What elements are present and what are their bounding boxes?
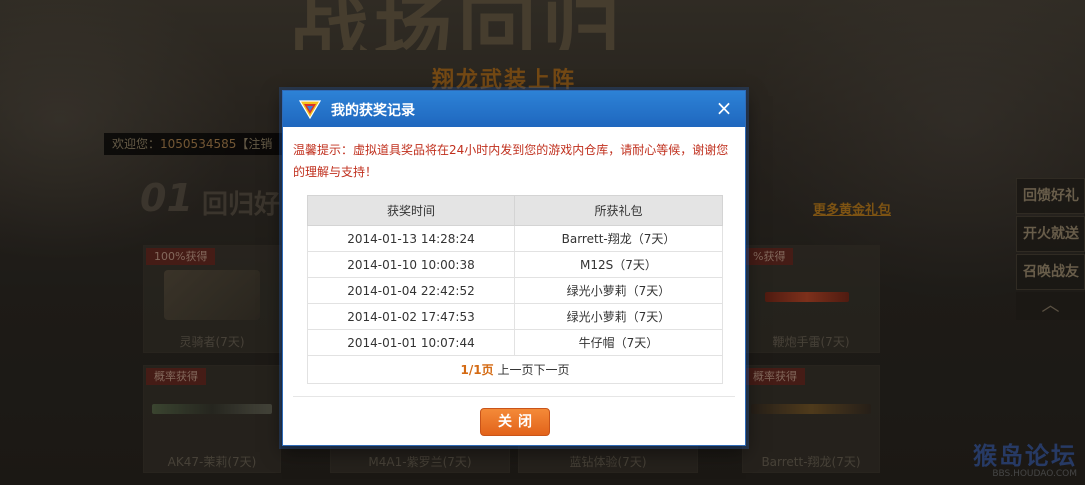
column-header-time: 获奖时间	[307, 195, 515, 226]
award-time: 2014-01-02 17:47:53	[307, 303, 515, 330]
table-row: 2014-01-02 17:47:53 绿光小萝莉（7天）	[307, 303, 723, 330]
dialog-title: 我的获奖记录	[331, 103, 415, 119]
current-page: 1/1页	[460, 363, 494, 377]
award-gift: Barrett-翔龙（7天）	[514, 225, 723, 252]
table-row: 2014-01-04 22:42:52 绿光小萝莉（7天）	[307, 277, 723, 304]
dialog-divider	[293, 396, 735, 397]
pagination: 1/1页 上一页下一页	[307, 355, 723, 384]
table-row: 2014-01-01 10:07:44 牛仔帽（7天）	[307, 329, 723, 356]
award-records-dialog: 我的获奖记录 × 温馨提示：虚拟道具奖品将在24小时内发到您的游戏内仓库，请耐心…	[282, 90, 746, 446]
award-gift: M12S（7天）	[514, 251, 723, 278]
table-row: 2014-01-13 14:28:24 Barrett-翔龙（7天）	[307, 225, 723, 252]
table-row: 2014-01-10 10:00:38 M12S（7天）	[307, 251, 723, 278]
award-time: 2014-01-13 14:28:24	[307, 225, 515, 252]
award-time: 2014-01-04 22:42:52	[307, 277, 515, 304]
dialog-header: 我的获奖记录 ×	[283, 91, 745, 127]
award-gift: 牛仔帽（7天）	[514, 329, 723, 356]
award-gift: 绿光小萝莉（7天）	[514, 303, 723, 330]
pager-row: 1/1页 上一页下一页	[307, 355, 723, 384]
column-header-gift: 所获礼包	[514, 195, 723, 226]
close-button[interactable]: 关闭	[480, 408, 550, 436]
close-icon[interactable]: ×	[713, 97, 735, 119]
game-logo-icon	[299, 100, 321, 119]
award-time: 2014-01-01 10:07:44	[307, 329, 515, 356]
award-gift: 绿光小萝莉（7天）	[514, 277, 723, 304]
award-records-table: 获奖时间 所获礼包 2014-01-13 14:28:24 Barrett-翔龙…	[307, 195, 723, 384]
notice-text: 温馨提示：虚拟道具奖品将在24小时内发到您的游戏内仓库，请耐心等候，谢谢您的理解…	[293, 143, 729, 179]
award-time: 2014-01-10 10:00:38	[307, 251, 515, 278]
next-page-link[interactable]: 下一页	[533, 363, 569, 377]
table-header-row: 获奖时间 所获礼包	[307, 195, 723, 226]
prev-page-link[interactable]: 上一页	[497, 363, 533, 377]
